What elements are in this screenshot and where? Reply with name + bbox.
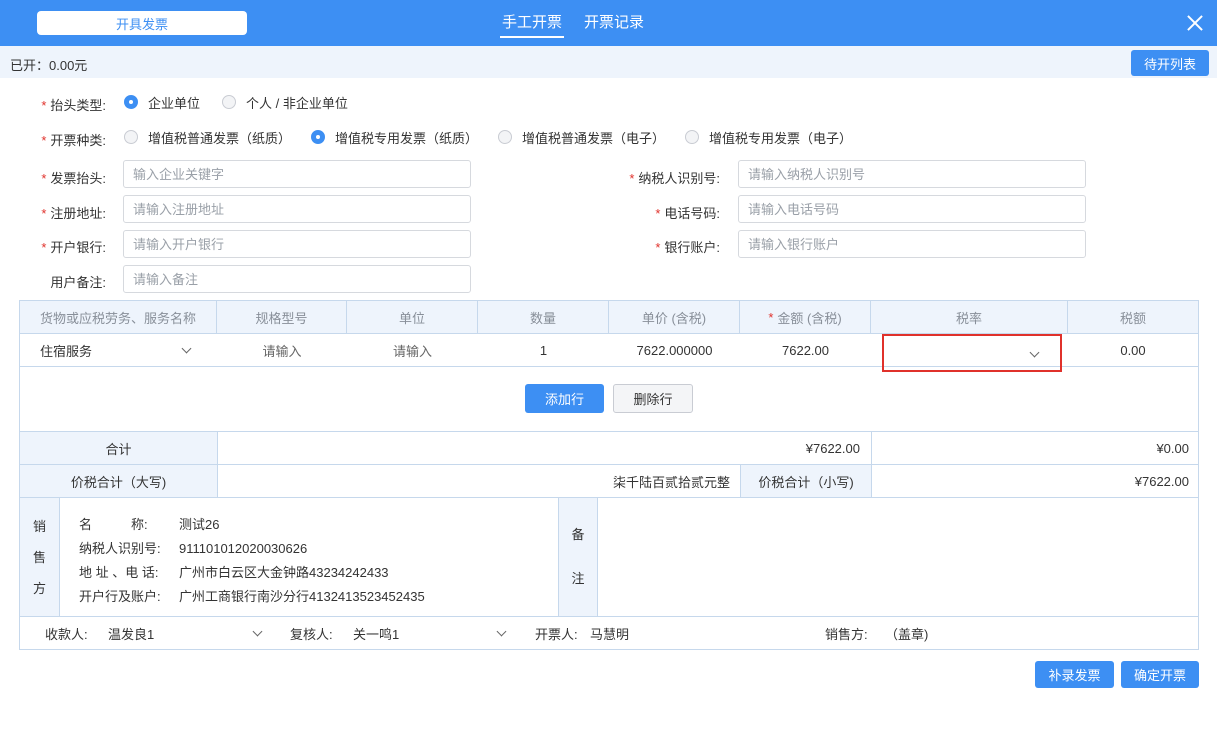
small-total-value: ¥7622.00 <box>1134 473 1189 489</box>
seller-taxid: 纳税人识别号: 911101012020030626 <box>79 541 308 556</box>
chevron-down-icon <box>181 343 192 354</box>
phone-input[interactable] <box>738 195 1086 223</box>
seller-bank: 开户行及账户: 广州工商银行南沙分行4132413523452435 <box>79 589 425 604</box>
header-type-radio-group: 企业单位 个人 / 非企业单位 <box>124 93 370 111</box>
invoice-grid: 货物或应税劳务、服务名称 规格型号 单位 数量 单价 (含税) * 金额 (含税)… <box>19 300 1199 650</box>
invoice-title-input[interactable] <box>123 160 471 188</box>
tab-invoice-records[interactable]: 开票记录 <box>582 0 646 46</box>
radio-enterprise[interactable]: 企业单位 <box>124 93 200 112</box>
radio-unchecked-icon <box>685 130 700 144</box>
total-label: 合计 <box>20 432 217 464</box>
radio-unchecked-icon <box>124 130 138 144</box>
radio-unchecked-icon <box>498 130 513 144</box>
header-qty: 数量 <box>478 301 609 333</box>
radio-vat-special-paper[interactable]: 增值税专用发票（纸质） <box>311 128 478 147</box>
tab-manual-invoice[interactable]: 手工开票 <box>500 0 565 46</box>
radio-individual[interactable]: 个人 / 非企业单位 <box>222 93 348 112</box>
total-tax: ¥0.00 <box>1156 440 1189 456</box>
table-header: 货物或应税劳务、服务名称 规格型号 单位 数量 单价 (含税) * 金额 (含税)… <box>20 301 1198 334</box>
top-bar: 开具发票 手工开票 开票记录 <box>0 0 1217 46</box>
close-icon[interactable] <box>1185 13 1205 33</box>
price-input[interactable]: 7622.000000 <box>609 334 740 366</box>
row-actions: 添加行 删除行 <box>20 367 1198 432</box>
status-bar: 已开：0.00元 待开列表 <box>0 46 1217 78</box>
account-label: * 银行账户: <box>655 240 720 255</box>
header-tax: 税额 <box>1119 310 1146 326</box>
taxpayer-id-input[interactable] <box>738 160 1086 188</box>
invoice-type-label: * 开票种类: <box>41 133 106 148</box>
capital-total-label: 价税合计（大写) <box>20 465 217 497</box>
capital-total-value: 柒千陆百贰拾贰元整 <box>612 474 730 490</box>
chevron-down-icon <box>496 626 507 637</box>
reviewer-value: 关一鸣1 <box>353 626 400 642</box>
supplement-invoice-button[interactable]: 补录发票 <box>1035 661 1114 688</box>
signature-row: 收款人: 温发良1 复核人: 关一鸣1 开票人: 马慧明 销售方: （盖章) <box>20 617 1198 649</box>
payee-value: 温发良1 <box>108 626 155 642</box>
item-name-value: 住宿服务 <box>40 343 93 359</box>
radio-vat-normal-electronic[interactable]: 增值税普通发票（电子） <box>498 128 665 147</box>
payee-label: 收款人: <box>45 626 88 642</box>
header-price: 单价 (含税) <box>609 301 740 333</box>
delete-row-button[interactable]: 删除行 <box>613 384 693 413</box>
header-rate: 税率 <box>871 301 1068 333</box>
note-side-label: 备 注 <box>558 498 598 616</box>
item-name-select[interactable]: 住宿服务 <box>20 334 217 366</box>
remark-label: 用户备注: <box>50 275 106 290</box>
bank-label: * 开户银行: <box>41 240 106 255</box>
radio-checked-icon <box>124 95 138 109</box>
chevron-down-icon <box>252 626 263 637</box>
add-row-button[interactable]: 添加行 <box>525 384 604 413</box>
header-spec: 规格型号 <box>217 301 347 333</box>
phone-label: * 电话号码: <box>655 206 720 221</box>
seller-seal-label: 销售方: <box>825 626 868 642</box>
reviewer-select[interactable]: 关一鸣1 <box>353 617 507 649</box>
header-unit: 单位 <box>347 301 478 333</box>
top-tabs: 手工开票 开票记录 <box>500 0 664 46</box>
radio-checked-icon <box>311 130 326 144</box>
radio-vat-normal-paper[interactable]: 增值税普通发票（纸质） <box>124 128 291 147</box>
header-amount: * 金额 (含税) <box>740 301 871 333</box>
drawer-label: 开票人: <box>535 626 578 642</box>
issue-invoice-button[interactable]: 开具发票 <box>37 11 247 35</box>
bank-input[interactable] <box>123 230 471 258</box>
invoice-type-radio-group: 增值税普通发票（纸质） 增值税专用发票（纸质） 增值税普通发票（电子） 增值税专… <box>124 128 874 146</box>
grand-total-row: 价税合计（大写) 柒千陆百贰拾贰元整 价税合计（小写) ¥7622.00 <box>20 465 1198 498</box>
taxpayer-id-label: * 纳税人识别号: <box>629 171 720 186</box>
payee-select[interactable]: 温发良1 <box>108 617 263 649</box>
invoice-title-label: * 发票抬头: <box>41 171 106 186</box>
total-amount: ¥7622.00 <box>805 440 860 456</box>
issued-amount: 已开：0.00元 <box>10 58 88 73</box>
header-item-name: 货物或应税劳务、服务名称 <box>20 301 217 333</box>
seller-seal-value: （盖章) <box>885 626 929 642</box>
reviewer-label: 复核人: <box>290 626 333 642</box>
unit-input[interactable]: 请输入 <box>347 334 478 366</box>
pending-list-button[interactable]: 待开列表 <box>1131 50 1209 76</box>
amount-input[interactable]: 7622.00 <box>740 334 871 366</box>
tax-value: 0.00 <box>1120 342 1146 358</box>
total-row: 合计 ¥7622.00 ¥0.00 <box>20 432 1198 465</box>
qty-input[interactable]: 1 <box>478 334 609 366</box>
account-input[interactable] <box>738 230 1086 258</box>
radio-unchecked-icon <box>222 95 237 109</box>
spec-input[interactable]: 请输入 <box>217 334 347 366</box>
drawer-value: 马慧明 <box>590 626 630 642</box>
seller-name: 名 称: 测试26 <box>79 517 220 532</box>
seller-address: 地 址 、电 话: 广州市白云区大金钟路43234242433 <box>79 565 389 580</box>
address-label: * 注册地址: <box>41 206 106 221</box>
radio-vat-special-electronic[interactable]: 增值税专用发票（电子） <box>685 128 852 147</box>
remark-input[interactable] <box>123 265 471 293</box>
small-total-label: 价税合计（小写) <box>741 465 871 497</box>
confirm-invoice-button[interactable]: 确定开票 <box>1121 661 1199 688</box>
address-input[interactable] <box>123 195 471 223</box>
header-type-label: * 抬头类型: <box>41 98 106 113</box>
seller-side-label: 销 售 方 <box>20 498 60 616</box>
seller-section: 销 售 方 名 称: 测试26 纳税人识别号: 911101012020030626… <box>20 498 1198 617</box>
chevron-down-icon <box>1029 347 1040 358</box>
